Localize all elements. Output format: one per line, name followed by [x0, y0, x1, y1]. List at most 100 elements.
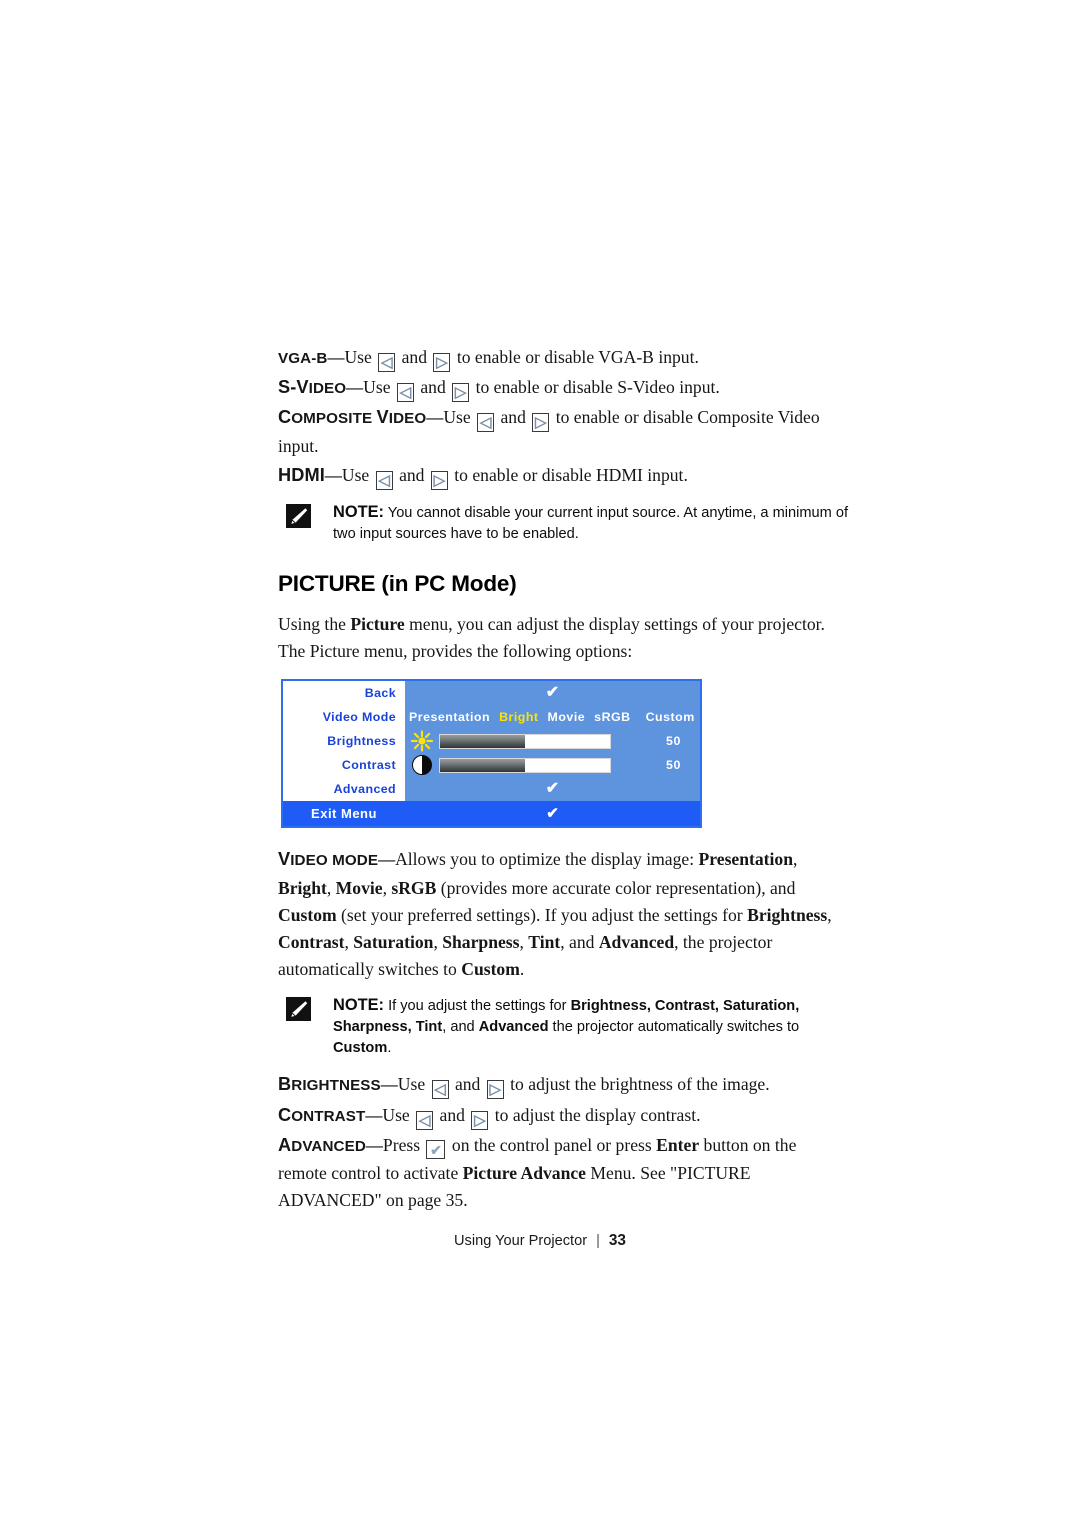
left-arrow-key-icon[interactable]: ◁ [416, 1110, 434, 1130]
sun-icon [405, 730, 439, 753]
video-mode-movie[interactable]: Movie [548, 710, 586, 724]
vm-t10: , [519, 932, 529, 953]
note-block-custom-switch: NOTE: If you adjust the settings for Bri… [286, 995, 848, 1059]
footer-separator: | [596, 1233, 600, 1249]
left-arrow-key-icon[interactable]: ◁ [375, 470, 393, 490]
vm-b11: Advanced [598, 932, 675, 953]
document-page: VGA-B—Use ◁ and ▷ to enable or disable V… [0, 0, 1080, 1528]
page-title: PICTURE (in PC Mode) [278, 571, 517, 597]
right-arrow-key-icon[interactable]: ▷ [430, 470, 448, 490]
vm-t13: . [519, 959, 525, 980]
osd-label-video-mode: Video Mode [283, 705, 405, 730]
left-arrow-key-icon[interactable]: ◁ [378, 353, 396, 372]
vm-t9: , [433, 932, 443, 953]
advanced-b1-enter: Enter [656, 1134, 700, 1155]
term-video-mode-rest: IDEO MODE [290, 852, 379, 870]
note2-b2: Advanced [478, 1019, 549, 1036]
vm-b1: Presentation [698, 849, 793, 870]
left-arrow-key-icon[interactable]: ◁ [431, 1080, 449, 1100]
em-dash: — [426, 408, 444, 428]
term-contrast-rest: ONTRAST [291, 1107, 366, 1125]
em-dash: — [324, 465, 342, 485]
vga-b-description: to enable or disable VGA-B input. [456, 347, 699, 367]
paragraph-advanced: ADVANCED—Press ✔ on the control panel or… [278, 1132, 848, 1215]
paragraph-contrast: CONTRAST—Use ◁ and ▷ to adjust the displ… [278, 1102, 848, 1130]
contrast-slider[interactable] [439, 757, 611, 773]
intro-text-a: Using the [278, 614, 351, 635]
paragraph-s-video: S-VIDEO—Use ◁ and ▷ to enable or disable… [278, 374, 848, 403]
term-video-mode: VIDEO MODE [278, 849, 379, 870]
osd-exit-menu-row[interactable]: Exit Menu ✔ [283, 801, 700, 827]
term-vga-b: VGA-B [278, 350, 328, 367]
vm-t6: (set your preferred settings). If you ad… [336, 904, 748, 925]
vm-t5: (provides more accurate color representa… [436, 877, 796, 898]
right-arrow-key-icon[interactable]: ▷ [486, 1080, 504, 1100]
note2-t4: . [387, 1040, 392, 1057]
use-word: Use [341, 464, 370, 485]
term-brightness-lead: B [278, 1074, 292, 1095]
term-s-video-lead: S-V [278, 377, 309, 398]
osd-value-video-mode: Presentation Bright Movie sRGB Custom [405, 705, 700, 729]
intro-bold-picture: Picture [350, 614, 405, 635]
vm-t2: , [793, 849, 798, 870]
osd-row-contrast[interactable]: Contrast 50 [283, 753, 700, 778]
brightness-slider-fill [440, 734, 525, 748]
osd-row-video-mode[interactable]: Video Mode Presentation Bright Movie sRG… [283, 705, 700, 730]
paragraph-hdmi: HDMI—Use ◁ and ▷ to enable or disable HD… [278, 462, 848, 490]
term-brightness: BRIGHTNESS [278, 1074, 381, 1095]
term-video-lead: V [376, 407, 389, 428]
term-hdmi: HDMI [278, 465, 325, 485]
left-arrow-key-icon[interactable]: ◁ [396, 383, 414, 403]
em-dash: — [378, 850, 396, 870]
note2-t3: the projector automatically switches to [548, 1019, 800, 1036]
video-mode-presentation[interactable]: Presentation [409, 710, 490, 724]
contrast-icon [405, 754, 439, 776]
osd-row-brightness[interactable]: Brightness 50 [283, 729, 700, 754]
right-arrow-key-icon[interactable]: ▷ [433, 353, 451, 372]
em-dash: — [365, 1135, 383, 1155]
osd-value-advanced: ✔ [405, 777, 700, 801]
em-dash: — [380, 1075, 398, 1095]
term-advanced-lead: A [278, 1134, 292, 1155]
note2-t2: , and [442, 1019, 479, 1036]
and-word: and [420, 377, 446, 398]
osd-label-brightness: Brightness [283, 729, 405, 754]
paragraph-brightness: BRIGHTNESS—Use ◁ and ▷ to adjust the bri… [278, 1071, 848, 1100]
video-mode-srgb[interactable]: sRGB [594, 710, 630, 724]
term-advanced-rest: DVANCED [291, 1137, 366, 1155]
left-arrow-key-icon[interactable]: ◁ [477, 413, 495, 433]
video-mode-bright[interactable]: Bright [499, 710, 538, 724]
and-word: and [399, 464, 425, 485]
osd-label-contrast: Contrast [283, 753, 405, 778]
paragraph-picture-intro: Using the Picture menu, you can adjust t… [278, 611, 848, 665]
note2-t1: If you adjust the settings for [388, 998, 571, 1015]
osd-row-back[interactable]: Back ✔ [283, 681, 700, 706]
vm-b6: Brightness [747, 904, 828, 925]
osd-row-advanced[interactable]: Advanced ✔ [283, 777, 700, 802]
term-contrast-lead: C [278, 1104, 292, 1125]
vm-b3: Movie [335, 877, 383, 898]
brightness-slider[interactable] [439, 733, 611, 749]
vm-t11: , and [560, 932, 599, 953]
page-number: 33 [608, 1232, 626, 1249]
check-icon: ✔ [546, 805, 559, 823]
vm-b12: Custom [461, 959, 520, 980]
osd-value-brightness: 50 [405, 729, 700, 753]
right-arrow-key-icon[interactable]: ▷ [532, 413, 550, 433]
term-composite-lead: C [278, 407, 292, 428]
use-word: Use [382, 1104, 410, 1125]
osd-label-back: Back [283, 681, 405, 706]
vm-t7: , [827, 904, 832, 925]
right-arrow-key-icon[interactable]: ▷ [452, 383, 470, 403]
note-label: NOTE: [333, 996, 384, 1015]
note2-b3: Custom [333, 1040, 388, 1057]
video-mode-custom[interactable]: Custom [646, 710, 695, 724]
enter-check-key-icon[interactable]: ✔ [426, 1139, 446, 1159]
osd-picture-menu: Back ✔ Video Mode Presentation Bright Mo… [281, 679, 702, 829]
term-video-rest: IDEO [388, 410, 427, 428]
paragraph-video-mode: VIDEO MODE—Allows you to optimize the di… [278, 846, 848, 983]
right-arrow-key-icon[interactable]: ▷ [471, 1110, 489, 1130]
and-word: and [454, 1074, 481, 1095]
vm-b10: Tint [528, 932, 561, 953]
note-pencil-icon [286, 504, 311, 529]
